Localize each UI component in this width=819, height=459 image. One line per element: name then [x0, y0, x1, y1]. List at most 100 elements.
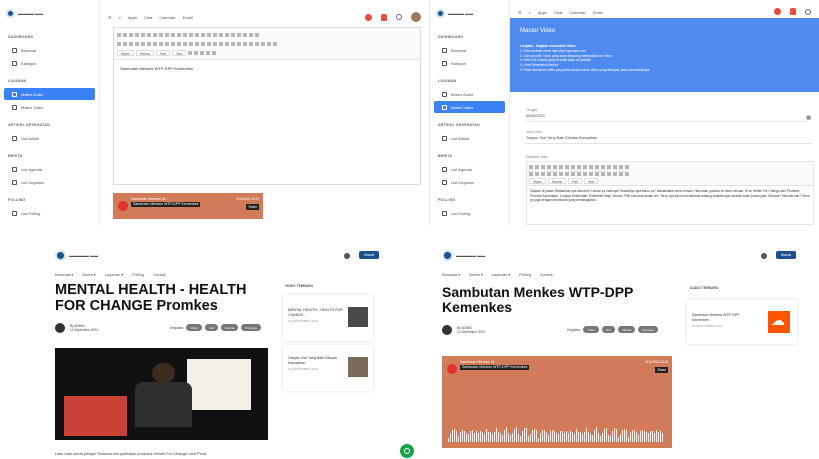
replace-icon[interactable]	[595, 164, 599, 169]
find-icon[interactable]	[183, 32, 187, 37]
anchor-icon[interactable]	[231, 41, 235, 46]
link-icon[interactable]	[219, 41, 223, 46]
sidebar-card[interactable]: MENTAL HEALTH - HEALTH FOR CHANGE... 12 …	[283, 295, 373, 341]
language-flag-icon[interactable]	[774, 8, 781, 15]
clear-format-icon[interactable]	[153, 41, 157, 46]
nav-beranda[interactable]: Beranda ▾	[55, 272, 73, 277]
smiley-icon[interactable]	[625, 171, 629, 176]
brand-logo[interactable]: ▬▬▬▬ ▬▬	[0, 0, 99, 26]
sidebar-item-beranda[interactable]: Beranda	[4, 44, 95, 56]
special-char-icon[interactable]	[261, 41, 265, 46]
sidebar-item-materi-audio[interactable]: Materi Audio	[4, 88, 95, 100]
login-button[interactable]: Masuk	[359, 251, 380, 259]
link-icon[interactable]	[607, 171, 611, 176]
select-icon[interactable]	[619, 164, 623, 169]
share-button[interactable]: Share	[246, 204, 259, 210]
underline-icon[interactable]	[129, 41, 133, 46]
sidebar-item-beranda[interactable]: Beranda	[434, 44, 505, 56]
sidebar-item-materi-video[interactable]: Materi Video	[434, 101, 505, 113]
superscript-icon[interactable]	[559, 171, 563, 176]
sidebar-item-kategori[interactable]: Kategori	[434, 57, 505, 69]
blockquote-icon[interactable]	[183, 41, 187, 46]
date-input[interactable]: 05/09/2022	[526, 112, 808, 122]
subscript-icon[interactable]	[141, 41, 145, 46]
topbar-link-calendar[interactable]: Calendar	[569, 10, 585, 15]
sidebar-item-list-polling[interactable]: List Polling	[434, 207, 505, 219]
nav-berita[interactable]: Berita ▾	[469, 272, 483, 277]
superscript-icon[interactable]	[147, 41, 151, 46]
align-right-icon[interactable]	[207, 41, 211, 46]
rich-text-editor[interactable]: Styles Format Font Size Sambutan Menkes …	[113, 27, 421, 185]
styles-select[interactable]: Styles	[117, 49, 134, 56]
bold-icon[interactable]	[529, 171, 533, 176]
maximize-icon[interactable]	[200, 50, 205, 55]
preview-icon[interactable]	[547, 164, 551, 169]
align-left-icon[interactable]	[195, 41, 199, 46]
cut-icon[interactable]	[153, 32, 157, 37]
search-icon[interactable]: ⌕	[529, 10, 531, 15]
paste-icon[interactable]	[571, 164, 575, 169]
nav-kontak[interactable]: Kontak	[153, 272, 165, 277]
tag-badge[interactable]: Promkes	[638, 326, 659, 333]
description-editor[interactable]: Styles Format Font Size Cikaran di pasan…	[526, 161, 814, 225]
save-icon[interactable]	[123, 32, 127, 37]
show-blocks-icon[interactable]	[206, 50, 211, 55]
sidebar-item-list-artikel[interactable]: List Artikel	[4, 132, 95, 144]
sidebar-item-list-polling[interactable]: List Polling	[4, 207, 95, 219]
login-button[interactable]: Masuk	[776, 251, 797, 259]
subscript-icon[interactable]	[553, 171, 557, 176]
form-icon[interactable]	[601, 164, 605, 169]
topbar-link-email[interactable]: Email	[593, 10, 603, 15]
site-logo[interactable]: ▬▬▬▬▬ ▬▬	[442, 250, 485, 261]
tag-badge[interactable]: Mental	[618, 326, 636, 333]
share-button[interactable]: Share	[655, 367, 668, 373]
soundcloud-player[interactable]: Sambutan Menkes W... Sambutan Menkes WTP…	[442, 356, 672, 448]
play-icon[interactable]	[447, 364, 457, 374]
find-icon[interactable]	[589, 164, 593, 169]
outdent-icon[interactable]	[171, 41, 175, 46]
bullet-list-icon[interactable]	[571, 171, 575, 176]
nav-polling[interactable]: Polling	[132, 272, 144, 277]
nav-berita[interactable]: Berita ▾	[82, 272, 96, 277]
indent-icon[interactable]	[583, 171, 587, 176]
tag-badge[interactable]: Video	[186, 324, 203, 331]
site-logo[interactable]: ▬▬▬▬▬ ▬▬	[55, 250, 98, 261]
tag-badge[interactable]: Gizi	[602, 326, 616, 333]
calendar-icon[interactable]: ▦	[806, 115, 811, 121]
page-break-icon[interactable]	[267, 41, 271, 46]
checkbox-icon[interactable]	[213, 32, 217, 37]
hr-icon[interactable]	[249, 41, 253, 46]
waveform[interactable]	[448, 426, 666, 442]
topbar-link-chat[interactable]: Chat	[554, 10, 562, 15]
topbar-link-chat[interactable]: Chat	[144, 15, 152, 20]
sidebar-item-materi-audio[interactable]: Materi Audio	[434, 88, 505, 100]
bullet-list-icon[interactable]	[165, 41, 169, 46]
topbar-link-calendar[interactable]: Calendar	[159, 15, 175, 20]
source-icon[interactable]	[529, 164, 533, 169]
select-icon[interactable]	[237, 32, 241, 37]
hidden-field-icon[interactable]	[255, 32, 259, 37]
topbar-link-apps[interactable]: Apps	[538, 10, 547, 15]
sidebar-card[interactable]: Gasper Gizi Yang Baik Dikutas Kamadiran …	[283, 345, 373, 391]
gear-icon[interactable]	[396, 14, 402, 20]
textarea-icon[interactable]	[231, 32, 235, 37]
italic-icon[interactable]	[535, 171, 539, 176]
iframe-icon[interactable]	[273, 41, 277, 46]
sidebar-card[interactable]: Sambutan Menkes WTP-DPP Kemenkes 12 SEPT…	[687, 300, 797, 344]
radio-icon[interactable]	[613, 164, 617, 169]
sidebar-item-list-kegiatan[interactable]: List Kegiatan	[4, 176, 95, 188]
undo-icon[interactable]	[171, 32, 175, 37]
tag-badge[interactable]: Gizi	[205, 324, 219, 331]
menu-icon[interactable]: ☰	[108, 15, 112, 20]
nav-layanan[interactable]: Layanan ▾	[492, 272, 510, 277]
numbered-list-icon[interactable]	[159, 41, 163, 46]
form-icon[interactable]	[207, 32, 211, 37]
video-embed[interactable]: Sambutan Menkes W... Sambutan Menkes WTP…	[113, 193, 263, 219]
editor-content[interactable]: Sambutan Menkes WTP-DPP Kemenkes	[114, 60, 420, 77]
bold-icon[interactable]	[117, 41, 121, 46]
table-icon[interactable]	[243, 41, 247, 46]
underline-icon[interactable]	[541, 171, 545, 176]
align-right-icon[interactable]	[601, 171, 605, 176]
smiley-icon[interactable]	[255, 41, 259, 46]
font-select[interactable]: Font	[567, 177, 583, 184]
